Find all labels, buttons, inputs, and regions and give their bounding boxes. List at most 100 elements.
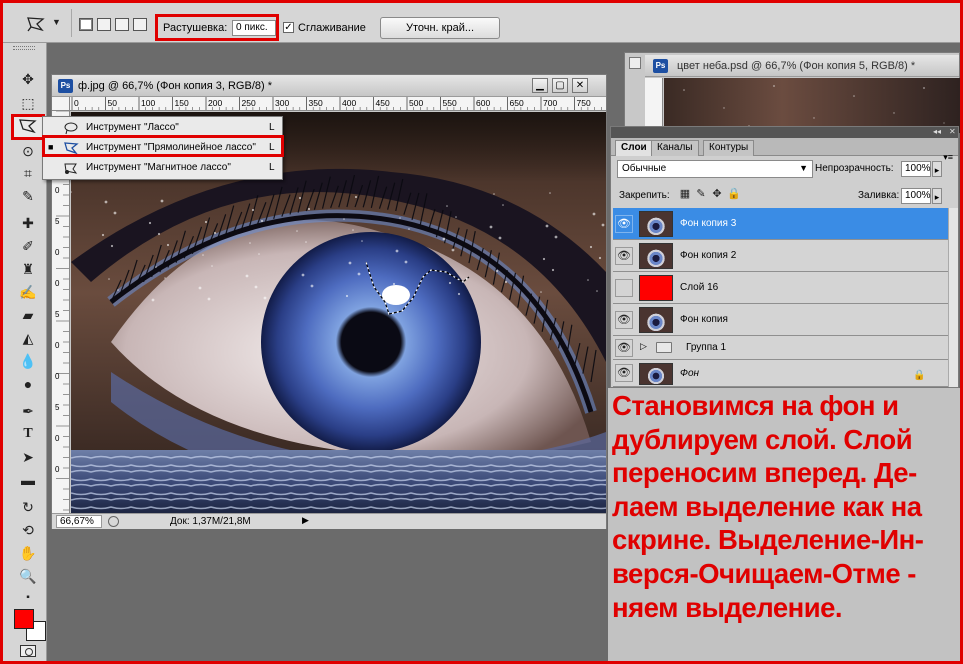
history-brush-icon[interactable]: ✍: [17, 282, 39, 302]
opacity-input[interactable]: 100%: [901, 161, 931, 177]
collapse-panel-icon[interactable]: ◂◂: [933, 127, 941, 136]
lock-pixels-icon[interactable]: ✎: [695, 188, 707, 200]
pen-tool-icon[interactable]: ✒: [17, 401, 39, 421]
close-panel-icon[interactable]: ✕: [949, 127, 956, 136]
antialias-checkbox[interactable]: ✓: [283, 22, 294, 33]
second-document-window[interactable]: Ps цвет неба.psd @ 66,7% (Фон копия 5, R…: [624, 52, 960, 133]
magnetic-lasso-icon: [64, 163, 78, 174]
chevron-down-icon[interactable]: ▼: [52, 17, 61, 27]
zoom-field[interactable]: 66,67%: [56, 515, 102, 528]
ruler-tick-label: 5: [55, 217, 60, 226]
3d-rotate-icon[interactable]: ↻: [17, 497, 39, 517]
eye-icon[interactable]: 👁: [615, 311, 633, 329]
intersect-selection-button[interactable]: [133, 18, 147, 31]
blur-tool-icon[interactable]: 💧: [17, 351, 39, 371]
layer-row[interactable]: 👁 Фон 🔒: [613, 360, 948, 387]
second-document-titlebar[interactable]: Ps цвет неба.psd @ 66,7% (Фон копия 5, R…: [645, 55, 959, 77]
status-icon[interactable]: [108, 516, 119, 527]
refine-edge-button[interactable]: Уточн. край...: [380, 17, 500, 39]
new-selection-button[interactable]: [79, 18, 93, 31]
feather-highlight: Растушевка: 0 пикс.: [155, 14, 279, 41]
magnetic-lasso-tool-item[interactable]: Инструмент "Магнитное лассо" L: [43, 158, 282, 178]
layer-group-row[interactable]: 👁 ▷ Группа 1: [613, 336, 948, 360]
default-colors-icon[interactable]: ▪: [17, 588, 39, 608]
maximize-button[interactable]: ▢: [552, 78, 568, 93]
layer-row[interactable]: 👁 Фон копия: [613, 304, 948, 336]
lasso-icon: [64, 122, 78, 135]
marquee-tool-icon[interactable]: ⬚: [17, 93, 39, 113]
second-document-title: цвет неба.psd @ 66,7% (Фон копия 5, RGB/…: [677, 60, 916, 72]
fill-arrow-icon[interactable]: ▸: [932, 188, 942, 204]
ruler-tick-label: 0: [55, 372, 60, 381]
opacity-label: Непрозрачность:: [815, 163, 894, 174]
eye-icon[interactable]: 👁: [615, 247, 633, 265]
minimize-button[interactable]: ▁: [532, 78, 548, 93]
tab-channels[interactable]: Каналы: [651, 140, 699, 156]
subtract-selection-button[interactable]: [115, 18, 129, 31]
shortcut-label: L: [269, 122, 275, 133]
hand-tool-icon[interactable]: ✋: [17, 543, 39, 563]
eye-icon[interactable]: 👁: [615, 215, 633, 233]
expand-triangle-icon[interactable]: ▷: [640, 341, 647, 352]
lock-transparency-icon[interactable]: ▦: [679, 188, 691, 200]
tab-layers[interactable]: Слои: [615, 140, 653, 156]
lock-position-icon[interactable]: ✥: [711, 188, 723, 200]
ruler-tick-label: 0: [55, 465, 60, 474]
path-selection-icon[interactable]: ➤: [17, 447, 39, 467]
zoom-tool-icon[interactable]: 🔍: [17, 566, 39, 586]
eyedropper-icon[interactable]: ✎: [17, 186, 39, 206]
type-tool-icon[interactable]: T: [17, 424, 39, 444]
ruler-tick-label: 0: [55, 186, 60, 195]
3d-orbit-icon[interactable]: ⟲: [17, 520, 39, 540]
lock-all-icon[interactable]: 🔒: [727, 188, 741, 200]
ruler-tick-label: 500: [409, 98, 423, 108]
fill-input[interactable]: 100%: [901, 188, 931, 204]
close-button[interactable]: ✕: [572, 78, 588, 93]
layers-scrollbar[interactable]: [948, 208, 958, 387]
tab-paths[interactable]: Контуры: [703, 140, 755, 156]
feather-label: Растушевка:: [163, 22, 228, 34]
instruction-line: верся-Очищаем-Отме -: [612, 557, 916, 589]
clone-stamp-icon[interactable]: ♜: [17, 259, 39, 279]
document-title: ф.jpg @ 66,7% (Фон копия 3, RGB/8) *: [78, 80, 272, 92]
document-titlebar[interactable]: Ps ф.jpg @ 66,7% (Фон копия 3, RGB/8) * …: [52, 75, 606, 97]
polygonal-lasso-icon[interactable]: [25, 15, 47, 33]
quick-mask-icon[interactable]: [20, 645, 36, 657]
ruler-tick-label: 350: [309, 98, 323, 108]
layer-thumbnail: [639, 363, 673, 385]
second-document-canvas[interactable]: [664, 78, 960, 133]
ruler-origin[interactable]: [52, 97, 70, 111]
crop-tool-icon[interactable]: ⌗: [17, 163, 39, 183]
blend-mode-select[interactable]: Обычные ▼: [617, 160, 813, 178]
foreground-color-swatch[interactable]: [14, 609, 34, 629]
panel-header[interactable]: ◂◂ ✕: [611, 127, 958, 138]
lasso-tool-button[interactable]: [11, 114, 45, 140]
panel-menu-icon[interactable]: ▾≡: [943, 152, 953, 163]
healing-brush-icon[interactable]: ✚: [17, 213, 39, 233]
paint-bucket-icon[interactable]: ◭: [17, 328, 39, 348]
panel-grip[interactable]: [13, 46, 35, 50]
feather-input[interactable]: 0 пикс.: [232, 20, 276, 36]
eye-hidden-icon[interactable]: [615, 279, 633, 297]
layer-list: 👁 Фон копия 3 👁 Фон копия 2 Слой 16 👁 Фо…: [613, 208, 948, 387]
opacity-arrow-icon[interactable]: ▸: [932, 161, 942, 177]
eye-icon[interactable]: 👁: [615, 364, 633, 382]
folder-icon: [656, 342, 672, 353]
separator: [71, 9, 72, 37]
status-bar: 66,67% Док: 1,37M/21,8M ▶: [52, 513, 606, 529]
window-collapse-icon[interactable]: [629, 57, 641, 69]
dodge-tool-icon[interactable]: ●: [17, 374, 39, 394]
layer-thumbnail: [639, 307, 673, 333]
eraser-icon[interactable]: ▰: [17, 305, 39, 325]
quick-selection-icon[interactable]: ⊙: [17, 141, 39, 161]
layer-row[interactable]: Слой 16: [613, 272, 948, 304]
status-menu-arrow[interactable]: ▶: [302, 515, 309, 526]
layer-row[interactable]: 👁 Фон копия 3: [613, 208, 948, 240]
layer-row[interactable]: 👁 Фон копия 2: [613, 240, 948, 272]
rectangle-tool-icon[interactable]: ▬: [17, 470, 39, 490]
move-tool-icon[interactable]: ✥: [17, 69, 39, 89]
add-selection-button[interactable]: [97, 18, 111, 31]
ruler-tick-label: 700: [543, 98, 557, 108]
eye-icon[interactable]: 👁: [615, 339, 633, 357]
brush-tool-icon[interactable]: ✐: [17, 236, 39, 256]
